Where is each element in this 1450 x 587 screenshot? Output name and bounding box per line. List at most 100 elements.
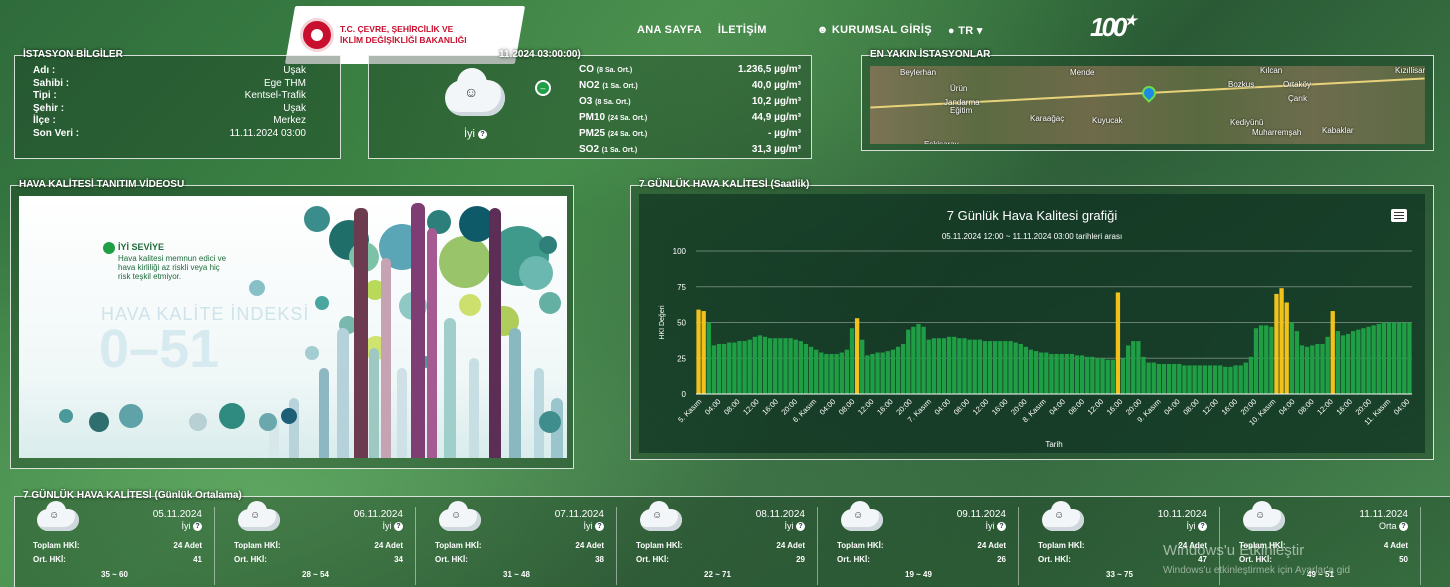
aqi-bar[interactable] [1023,346,1029,394]
aqi-bar[interactable] [1136,341,1141,394]
help-icon[interactable]: ? [1399,522,1408,532]
aqi-bar[interactable] [808,346,814,394]
aqi-bar[interactable] [1335,331,1340,394]
aqi-bar[interactable] [747,339,752,394]
aqi-bar[interactable] [721,343,727,394]
aqi-bar[interactable] [865,355,870,394]
aqi-bar[interactable] [1044,352,1049,394]
aqi-bar[interactable] [977,339,982,394]
aqi-bar[interactable] [854,318,860,394]
aqi-bar[interactable] [1008,341,1013,394]
help-icon[interactable]: ? [478,129,488,139]
aqi-bar[interactable] [931,338,936,394]
aqi-bar[interactable] [1248,356,1254,394]
aqi-bar[interactable] [1351,331,1356,394]
daily-card[interactable]: ☺ 07.11.2024 İyi ? Toplam HKİ: 24 Adet Ort. H… [417,501,617,585]
aqi-bar[interactable] [1386,322,1392,395]
aqi-bar[interactable] [1064,353,1069,394]
aqi-bar[interactable] [1253,328,1259,394]
aqi-bar[interactable] [1207,365,1213,394]
aqi-bar[interactable] [952,336,957,394]
aqi-bar[interactable] [1345,333,1351,394]
aqi-bar[interactable] [732,342,737,394]
aqi-bar[interactable] [1100,358,1105,394]
aqi-bar[interactable] [1397,322,1402,395]
nav-contact[interactable]: İLETİŞİM [718,24,767,37]
aqi-bar[interactable] [1269,326,1274,394]
aqi-bar[interactable] [783,338,788,394]
aqi-bar[interactable] [1402,322,1407,395]
aqi-bar[interactable] [1013,342,1018,394]
aqi-bar[interactable] [926,339,931,394]
aqi-bar[interactable] [742,341,747,394]
aqi-bar[interactable] [834,353,839,394]
aqi-bar[interactable] [844,349,850,394]
aqi-bar[interactable] [711,345,717,394]
help-icon[interactable]: ? [394,522,403,532]
aqi-bar[interactable] [1274,293,1279,394]
aqi-bar[interactable] [1279,288,1284,394]
aqi-bar[interactable] [1054,353,1059,394]
aqi-bar[interactable] [773,338,778,394]
aqi-bar[interactable] [1381,322,1387,395]
aqi-bar[interactable] [839,352,844,394]
aqi-bar[interactable] [1131,341,1136,394]
aqi-bar[interactable] [1320,343,1325,394]
help-icon[interactable]: ? [1198,522,1207,532]
aqi-bar[interactable] [1228,366,1233,394]
aqi-bar[interactable] [1033,351,1039,394]
aqi-bar[interactable] [814,349,819,394]
aqi-bar[interactable] [900,343,906,394]
aqi-bar[interactable] [1187,365,1192,394]
aqi-bar[interactable] [1264,325,1269,394]
aqi-bar[interactable] [1161,363,1167,394]
aqi-bar[interactable] [957,338,962,394]
aqi-bar[interactable] [1141,356,1146,394]
aqi-bar[interactable] [752,336,757,394]
aqi-bar[interactable] [1310,345,1315,394]
daily-card[interactable]: ☺ 08.11.2024 İyi ? Toplam HKİ: 24 Adet Ort. H… [618,501,818,585]
aqi-bar[interactable] [972,339,977,394]
aqi-bar[interactable] [1151,362,1156,394]
aqi-bar[interactable] [1105,359,1110,394]
aqi-bar[interactable] [1085,356,1090,394]
aqi-bar[interactable] [895,346,901,394]
aqi-bar[interactable] [1376,323,1381,394]
nav-home[interactable]: ANA SAYFA [637,24,702,37]
aqi-bar[interactable] [1212,365,1218,394]
aqi-bar[interactable] [1115,292,1121,394]
aqi-bar[interactable] [1391,322,1397,395]
aqi-bar[interactable] [1340,335,1346,394]
nav-corporate-login[interactable]: ☻ KURUMSAL GİRİŞ [817,24,932,37]
aqi-bar[interactable] [1166,363,1172,394]
ministry-logo[interactable]: T.C. ÇEVRE, ŞEHİRCİLİK VE İKLİM DEĞİŞİKL… [300,12,510,58]
aqi-bar[interactable] [1028,349,1034,394]
aqi-bar[interactable] [1074,355,1080,394]
aqi-bar[interactable] [706,322,711,395]
aqi-bar[interactable] [1243,362,1248,394]
aqi-bar[interactable] [819,352,824,394]
aqi-bar[interactable] [880,352,885,394]
aqi-bar[interactable] [1197,365,1202,394]
aqi-bar[interactable] [941,338,947,394]
aqi-bar[interactable] [1366,326,1371,394]
aqi-bar[interactable] [1192,365,1197,394]
aqi-bar[interactable] [1356,329,1361,394]
aqi-bar[interactable] [762,336,768,394]
aqi-bar[interactable] [1079,355,1085,394]
aqi-bar[interactable] [737,341,742,394]
aqi-bar[interactable] [890,349,896,394]
daily-card[interactable]: ☺ 06.11.2024 İyi ? Toplam HKİ: 24 Adet Ort. H… [216,501,416,585]
aqi-bar[interactable] [1120,358,1126,394]
aqi-bar[interactable] [1177,363,1182,394]
aqi-bar[interactable] [1325,336,1330,394]
aqi-bar[interactable] [916,323,921,394]
aqi-bar[interactable] [701,311,706,394]
aqi-bar[interactable] [793,339,798,394]
aqi-bar[interactable] [1371,325,1376,394]
aqi-bar[interactable] [982,341,988,394]
aqi-bar[interactable] [885,351,890,394]
aqi-bar[interactable] [936,338,942,394]
aqi-bar[interactable] [1223,366,1228,394]
help-icon[interactable]: ? [796,522,805,532]
